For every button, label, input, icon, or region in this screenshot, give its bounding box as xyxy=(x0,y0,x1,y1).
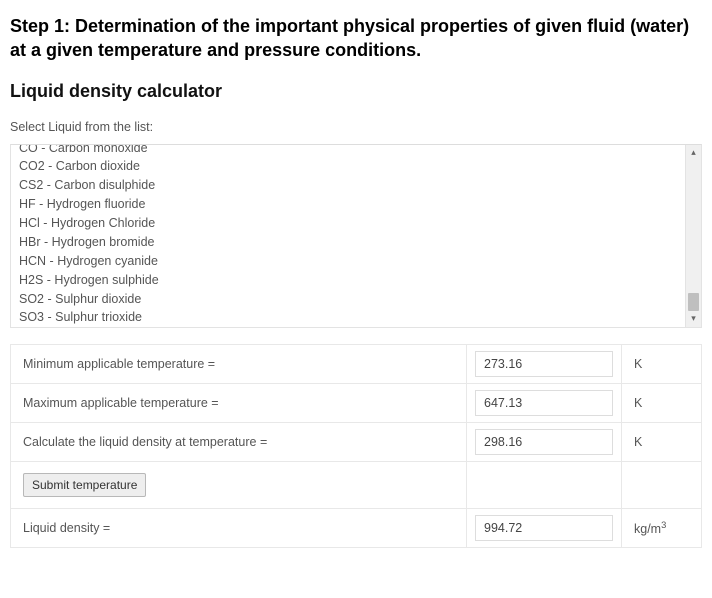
liquid-option[interactable]: HF - Hydrogen fluoride xyxy=(17,195,679,214)
properties-table: Minimum applicable temperature = 273.16 … xyxy=(10,344,702,548)
density-value[interactable]: 994.72 xyxy=(475,515,613,541)
scroll-down-icon[interactable]: ▾ xyxy=(686,311,701,327)
max-temp-value[interactable]: 647.13 xyxy=(475,390,613,416)
row-max-temp: Maximum applicable temperature = 647.13 … xyxy=(11,383,702,422)
select-liquid-label: Select Liquid from the list: xyxy=(10,120,702,134)
row-calc-temp: Calculate the liquid density at temperat… xyxy=(11,422,702,461)
row-density: Liquid density = 994.72 kg/m3 xyxy=(11,508,702,547)
liquid-listbox[interactable]: CO - Carbon monoxideCO2 - Carbon dioxide… xyxy=(10,144,702,328)
max-temp-label: Maximum applicable temperature = xyxy=(11,383,467,422)
listbox-scrollbar[interactable]: ▴ ▾ xyxy=(685,145,701,327)
max-temp-unit: K xyxy=(622,383,702,422)
step-heading: Step 1: Determination of the important p… xyxy=(10,14,702,63)
density-label: Liquid density = xyxy=(11,508,467,547)
calc-temp-unit: K xyxy=(622,422,702,461)
liquid-option[interactable]: SO3 - Sulphur trioxide xyxy=(17,308,679,326)
liquid-option[interactable]: CS2 - Carbon disulphide xyxy=(17,176,679,195)
liquid-option[interactable]: HBr - Hydrogen bromide xyxy=(17,233,679,252)
liquid-option[interactable]: HCl - Hydrogen Chloride xyxy=(17,214,679,233)
row-submit: Submit temperature xyxy=(11,461,702,508)
calc-temp-label: Calculate the liquid density at temperat… xyxy=(11,422,467,461)
min-temp-value[interactable]: 273.16 xyxy=(475,351,613,377)
liquid-option[interactable]: H2S - Hydrogen sulphide xyxy=(17,271,679,290)
min-temp-label: Minimum applicable temperature = xyxy=(11,344,467,383)
scroll-track[interactable] xyxy=(686,161,701,311)
liquid-option[interactable]: HCN - Hydrogen cyanide xyxy=(17,252,679,271)
liquid-option[interactable]: CO - Carbon monoxide xyxy=(17,145,679,158)
row-min-temp: Minimum applicable temperature = 273.16 … xyxy=(11,344,702,383)
submit-temperature-button[interactable]: Submit temperature xyxy=(23,473,146,497)
calc-temp-input[interactable]: 298.16 xyxy=(475,429,613,455)
liquid-option[interactable]: SO2 - Sulphur dioxide xyxy=(17,290,679,309)
scroll-thumb[interactable] xyxy=(688,293,699,311)
density-unit: kg/m3 xyxy=(622,508,702,547)
min-temp-unit: K xyxy=(622,344,702,383)
liquid-option[interactable]: CO2 - Carbon dioxide xyxy=(17,157,679,176)
scroll-up-icon[interactable]: ▴ xyxy=(686,145,701,161)
calculator-title: Liquid density calculator xyxy=(10,81,702,102)
